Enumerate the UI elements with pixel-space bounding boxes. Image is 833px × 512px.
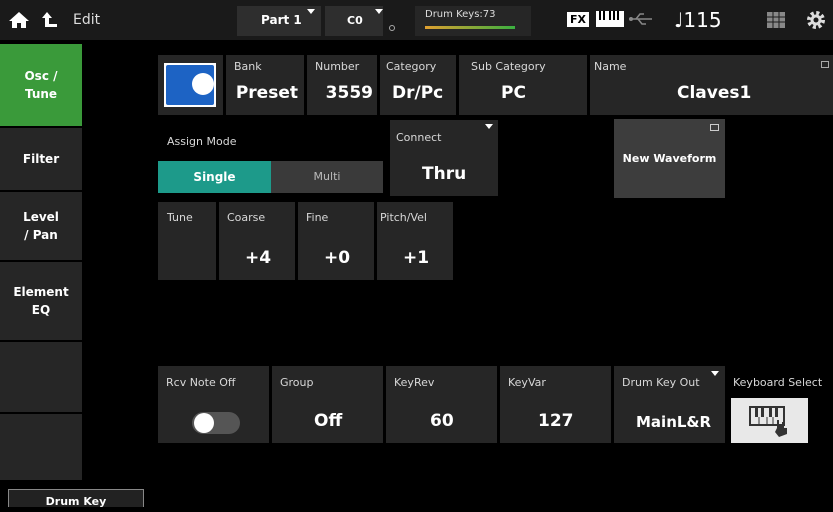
assign-single-label: Single	[193, 170, 236, 184]
edit-label: Edit	[73, 12, 101, 28]
connect-label: Connect	[396, 131, 442, 144]
number-cell[interactable]: Number 3559	[307, 55, 377, 115]
indicator-dot-icon	[389, 25, 395, 31]
bank-label: Bank	[234, 60, 262, 73]
chevron-down-icon	[711, 371, 719, 376]
number-label: Number	[315, 60, 360, 73]
fx-badge[interactable]: FX	[567, 12, 589, 27]
tune-label: Tune	[167, 211, 193, 224]
drum-key-out-label: Drum Key Out	[622, 376, 700, 389]
switch-knob	[192, 73, 214, 95]
drum-key-out-value: MainL&R	[636, 413, 712, 431]
coarse-value: +4	[245, 248, 272, 268]
bank-cell[interactable]: Bank Preset	[226, 55, 304, 115]
number-value: 3559	[325, 83, 373, 103]
keyrev-cell[interactable]: KeyRev 60	[386, 366, 497, 443]
keyvar-value: 127	[538, 411, 574, 431]
keyvar-label: KeyVar	[508, 376, 546, 389]
keyrev-value: 60	[430, 411, 454, 431]
group-value: Off	[314, 411, 343, 431]
tab-drum-key[interactable]: Drum Key	[8, 489, 144, 508]
name-cell[interactable]: Name Claves1	[590, 55, 833, 115]
rcv-note-off-label: Rcv Note Off	[166, 376, 236, 389]
drum-key-out-dropdown[interactable]: Drum Key Out MainL&R	[614, 366, 725, 443]
tab-filter[interactable]: Filter	[0, 128, 82, 190]
tune-group-cell: Tune	[158, 202, 216, 280]
name-value: Claves1	[677, 83, 752, 103]
keyboard-hand-icon	[749, 406, 787, 437]
coarse-label: Coarse	[227, 211, 266, 224]
bank-value: Preset	[235, 83, 298, 103]
name-label: Name	[594, 60, 627, 73]
keyboard-select-label: Keyboard Select	[733, 376, 823, 389]
chevron-down-icon	[307, 9, 315, 14]
rcv-note-off-cell[interactable]: Rcv Note Off	[158, 366, 269, 443]
subcategory-value: PC	[501, 83, 526, 103]
window-icon	[710, 124, 719, 131]
keyrev-label: KeyRev	[394, 376, 435, 389]
assign-mode-label: Assign Mode	[167, 135, 237, 148]
fine-cell[interactable]: Fine +0	[298, 202, 374, 280]
tempo-display[interactable]: ♩115	[674, 8, 722, 32]
drum-keys-meter	[425, 26, 515, 29]
chevron-down-icon	[485, 124, 493, 129]
home-icon[interactable]	[8, 11, 30, 29]
category-value: Dr/Pc	[392, 83, 444, 103]
new-waveform-button[interactable]: New Waveform	[614, 119, 725, 198]
pitch-vel-value: +1	[403, 248, 430, 268]
coarse-cell[interactable]: Coarse +4	[219, 202, 295, 280]
assign-multi-label: Multi	[313, 170, 341, 183]
pitch-vel-label: Pitch/Vel	[380, 211, 427, 224]
part-label: Part 1	[261, 13, 302, 27]
new-waveform-label: New Waveform	[622, 152, 717, 165]
category-label: Category	[386, 60, 437, 73]
drum-key-label: Drum Key	[45, 495, 107, 508]
fine-label: Fine	[306, 211, 329, 224]
keyvar-cell[interactable]: KeyVar 127	[500, 366, 611, 443]
back-arrow-icon[interactable]	[40, 10, 60, 30]
toggle-knob	[194, 413, 214, 433]
note-label: C0	[347, 14, 363, 27]
element-switch[interactable]	[164, 63, 216, 107]
fine-value: +0	[324, 248, 351, 268]
assign-single-button[interactable]: Single	[158, 161, 271, 193]
grid-icon[interactable]	[767, 12, 785, 28]
keyboard-icon[interactable]	[596, 11, 624, 27]
subcategory-label: Sub Category	[471, 60, 546, 73]
connect-dropdown[interactable]: Connect Thru	[390, 120, 498, 196]
pitch-vel-cell[interactable]: Pitch/Vel +1	[377, 202, 453, 280]
keyboard-select-button[interactable]	[731, 398, 808, 443]
subcategory-cell[interactable]: Sub Category PC	[459, 55, 587, 115]
usb-icon	[629, 13, 652, 25]
rcv-note-off-toggle[interactable]	[192, 412, 240, 434]
drum-keys-label: Drum Keys:73	[425, 9, 496, 20]
category-cell[interactable]: Category Dr/Pc	[380, 55, 456, 115]
assign-multi-button[interactable]: Multi	[271, 161, 383, 193]
group-label: Group	[280, 376, 314, 389]
group-cell[interactable]: Group Off	[272, 366, 383, 443]
gear-icon[interactable]	[805, 9, 827, 31]
tab-element-eq[interactable]: Element EQ	[0, 262, 82, 340]
element-switch-cell[interactable]	[158, 55, 223, 115]
drum-keys-box[interactable]: Drum Keys:73	[415, 6, 531, 36]
note-selector[interactable]: C0	[325, 6, 383, 36]
chevron-down-icon	[375, 9, 383, 14]
tab-empty-1	[0, 342, 82, 412]
tab-empty-2	[0, 414, 82, 480]
part-selector[interactable]: Part 1	[237, 6, 321, 36]
tab-osc-tune[interactable]: Osc / Tune	[0, 44, 82, 126]
connect-value: Thru	[422, 164, 467, 184]
edit-icon	[821, 61, 829, 68]
tab-level-pan[interactable]: Level / Pan	[0, 192, 82, 260]
